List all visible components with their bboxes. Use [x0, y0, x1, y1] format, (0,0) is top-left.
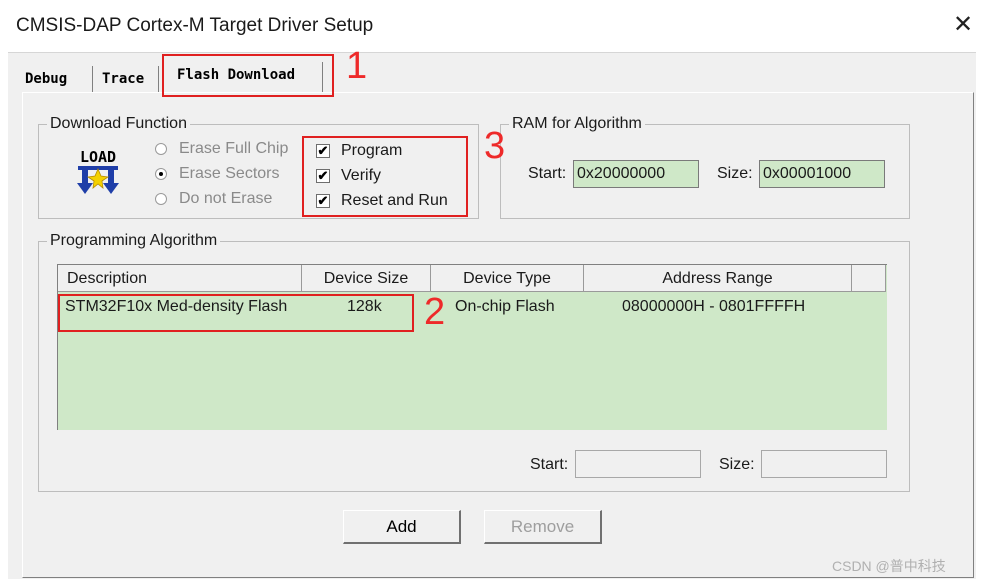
column-header-device-type[interactable]: Device Type [431, 265, 584, 292]
add-button[interactable]: Add [343, 510, 461, 544]
algorithm-start-input[interactable] [575, 450, 701, 478]
tab-divider [92, 66, 93, 92]
erase-full-chip-radio[interactable] [155, 143, 167, 155]
ram-size-input[interactable]: 0x00001000 [759, 160, 885, 188]
algorithm-size-label: Size: [719, 456, 755, 473]
erase-sectors-radio[interactable] [155, 168, 167, 180]
tab-trace[interactable]: Trace [102, 69, 144, 89]
do-not-erase-label: Do not Erase [179, 190, 273, 207]
column-header-description[interactable]: Description [58, 265, 302, 292]
programming-algorithm-label: Programming Algorithm [47, 232, 221, 250]
annotation-box-tab [162, 54, 334, 97]
erase-sectors-label: Erase Sectors [179, 165, 280, 182]
ram-for-algorithm-label: RAM for Algorithm [509, 115, 645, 133]
annotation-box-options [302, 136, 468, 217]
row-address-range: 08000000H - 0801FFFFH [622, 298, 806, 315]
tab-divider [158, 66, 159, 92]
window-title: CMSIS-DAP Cortex-M Target Driver Setup [16, 15, 374, 36]
remove-button[interactable]: Remove [484, 510, 602, 544]
algorithm-size-input[interactable] [761, 450, 887, 478]
column-header-address-range[interactable]: Address Range [584, 265, 852, 292]
annotation-number-1: 1 [346, 45, 368, 87]
ram-size-label: Size: [717, 165, 753, 182]
title-bar: CMSIS-DAP Cortex-M Target Driver Setup ✕ [0, 0, 984, 52]
annotation-number-2: 2 [424, 291, 446, 333]
annotation-number-3: 3 [484, 125, 506, 167]
algorithm-table[interactable]: Description Device Size Device Type Addr… [57, 264, 887, 430]
erase-full-chip-label: Erase Full Chip [179, 140, 289, 157]
annotation-box-algorithm [58, 294, 414, 332]
watermark: CSDN @普中科技 [832, 558, 946, 574]
tab-debug[interactable]: Debug [25, 69, 67, 89]
column-header-device-size[interactable]: Device Size [302, 265, 431, 292]
algorithm-start-label: Start: [530, 456, 569, 473]
do-not-erase-radio[interactable] [155, 193, 167, 205]
row-device-type: On-chip Flash [455, 298, 555, 315]
close-icon[interactable]: ✕ [948, 10, 978, 40]
download-function-label: Download Function [47, 115, 190, 133]
ram-start-label: Start: [528, 165, 567, 182]
column-header-spacer [852, 265, 886, 292]
ram-start-input[interactable]: 0x20000000 [573, 160, 699, 188]
load-icon-text: LOAD [80, 148, 116, 166]
load-icon: LOAD [72, 147, 124, 197]
